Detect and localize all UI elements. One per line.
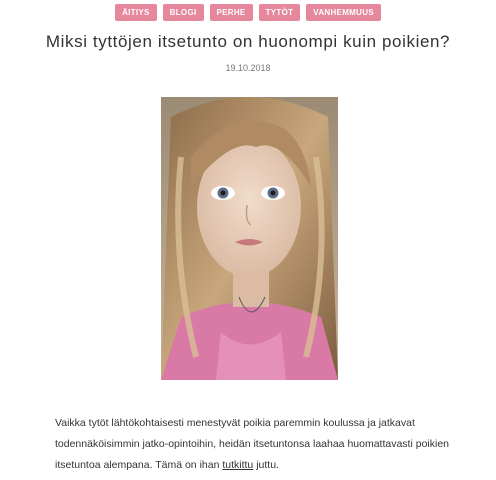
- tag-aitiys[interactable]: ÄITIYS: [115, 4, 157, 21]
- tag-blogi[interactable]: BLOGI: [162, 4, 204, 21]
- tag-vanhemmuus[interactable]: VANHEMMUUS: [306, 4, 381, 21]
- category-tags: ÄITIYS BLOGI PERHE TYTÖT VANHEMMUUS: [0, 4, 496, 21]
- article-photo: [161, 97, 338, 380]
- article-body: Vaikka tytöt lähtökohtaisesti menestyvät…: [55, 413, 455, 476]
- article-date: 19.10.2018: [225, 63, 271, 73]
- portrait-illustration: [161, 97, 338, 380]
- paragraph-text-end: juttu.: [253, 458, 279, 471]
- source-link[interactable]: tutkittu: [222, 459, 253, 471]
- article-title: Miksi tyttöjen itsetunto on huonompi kui…: [45, 32, 451, 51]
- tag-perhe[interactable]: PERHE: [209, 4, 253, 21]
- tag-tytot[interactable]: TYTÖT: [258, 4, 301, 21]
